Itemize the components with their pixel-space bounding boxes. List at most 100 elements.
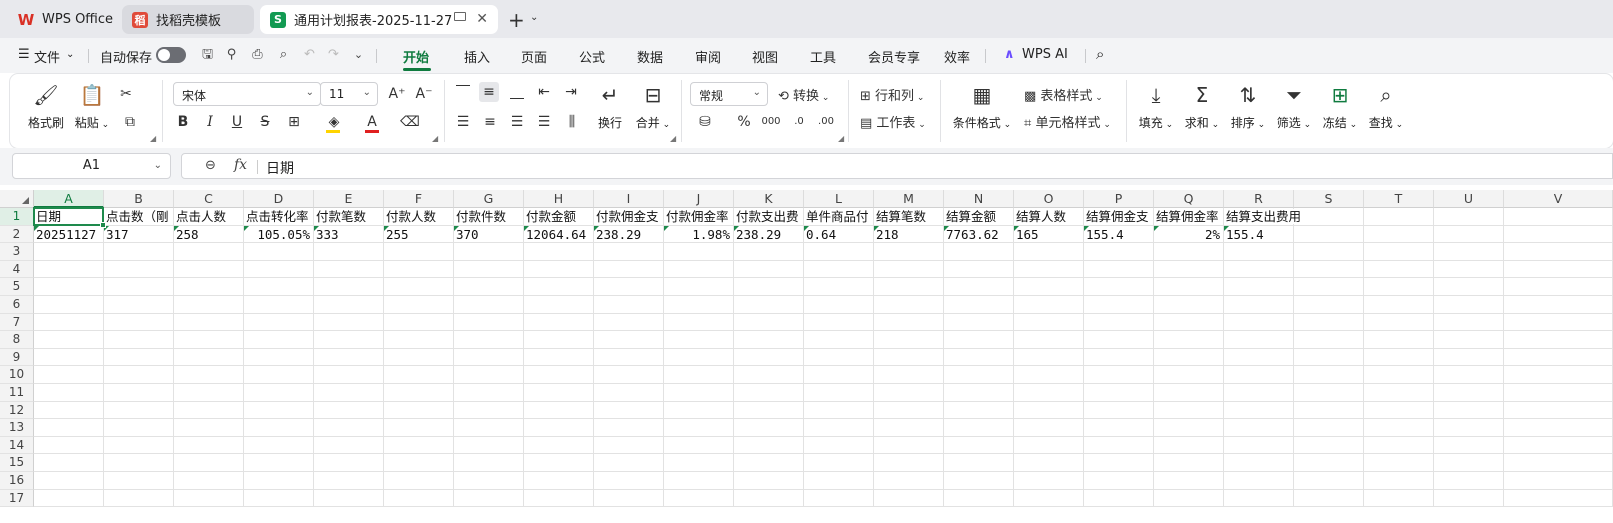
cell-t3[interactable] bbox=[1364, 243, 1434, 261]
cell-q6[interactable] bbox=[1154, 296, 1224, 314]
cell-n11[interactable] bbox=[944, 384, 1014, 402]
cell-t4[interactable] bbox=[1364, 260, 1434, 279]
cell-d3[interactable] bbox=[244, 243, 314, 261]
cell-c8[interactable] bbox=[174, 331, 244, 349]
cell-p5[interactable] bbox=[1084, 278, 1154, 296]
cell-u1[interactable] bbox=[1434, 208, 1504, 226]
dialog-launcher-icon[interactable]: ◢ bbox=[670, 134, 676, 143]
strikethrough-icon[interactable]: S bbox=[255, 112, 275, 132]
cell-q13[interactable] bbox=[1154, 419, 1224, 437]
cell-j8[interactable] bbox=[664, 331, 734, 349]
cell-l5[interactable] bbox=[804, 278, 874, 296]
cell-r1[interactable]: 结算支出费用 bbox=[1224, 208, 1302, 226]
thousands-icon[interactable]: 000 bbox=[761, 112, 781, 132]
cell-m16[interactable] bbox=[874, 472, 944, 490]
cell-s12[interactable] bbox=[1294, 401, 1364, 420]
align-right-icon[interactable]: ☰ bbox=[507, 112, 527, 132]
cell-g6[interactable] bbox=[454, 296, 524, 314]
clear-format-icon[interactable]: ⌫ bbox=[400, 112, 420, 132]
align-bottom-icon[interactable]: ⎽ bbox=[507, 82, 527, 102]
increase-indent-icon[interactable]: ⇥ bbox=[561, 82, 581, 102]
row-header-1[interactable]: 1 bbox=[0, 208, 34, 226]
cell-l7[interactable] bbox=[804, 313, 874, 332]
cell-v7[interactable] bbox=[1504, 313, 1613, 332]
cell-q3[interactable] bbox=[1154, 243, 1224, 261]
cell-b11[interactable] bbox=[104, 384, 174, 402]
column-header-r[interactable]: R bbox=[1224, 190, 1294, 208]
cell-p2[interactable]: 155.4 bbox=[1084, 225, 1154, 244]
increase-decimal-icon[interactable]: .0 bbox=[789, 112, 809, 132]
cell-p13[interactable] bbox=[1084, 419, 1154, 437]
cell-p10[interactable] bbox=[1084, 366, 1154, 384]
cell-p1[interactable]: 结算佣金支 bbox=[1084, 208, 1154, 226]
cell-l3[interactable] bbox=[804, 243, 874, 261]
cell-k14[interactable] bbox=[734, 436, 804, 455]
format-painter-button[interactable]: 🖌 格式刷 bbox=[26, 82, 66, 131]
cell-i13[interactable] bbox=[594, 419, 664, 437]
cell-p6[interactable] bbox=[1084, 296, 1154, 314]
column-header-h[interactable]: H bbox=[524, 190, 594, 208]
menu-tab-review[interactable]: 审阅 bbox=[695, 47, 721, 66]
cell-h12[interactable] bbox=[524, 401, 594, 420]
menu-tab-view[interactable]: 视图 bbox=[752, 47, 778, 66]
cell-n3[interactable] bbox=[944, 243, 1014, 261]
formula-input[interactable]: ⊖ fx 日期 bbox=[181, 153, 1613, 179]
cell-i1[interactable]: 付款佣金支 bbox=[594, 208, 664, 226]
cell-e10[interactable] bbox=[314, 366, 384, 384]
row-col-button[interactable]: ⊞ 行和列 ⌄ bbox=[860, 85, 924, 104]
cell-o17[interactable] bbox=[1014, 489, 1084, 508]
cell-k10[interactable] bbox=[734, 366, 804, 384]
cell-v5[interactable] bbox=[1504, 278, 1613, 296]
cell-r13[interactable] bbox=[1224, 419, 1294, 437]
align-left-icon[interactable]: ☰ bbox=[453, 112, 473, 132]
cell-t13[interactable] bbox=[1364, 419, 1434, 437]
cell-r15[interactable] bbox=[1224, 454, 1294, 472]
cell-m4[interactable] bbox=[874, 260, 944, 279]
fill-handle[interactable] bbox=[100, 221, 106, 228]
cell-t14[interactable] bbox=[1364, 436, 1434, 455]
decrease-indent-icon[interactable]: ⇤ bbox=[534, 82, 554, 102]
cell-p14[interactable] bbox=[1084, 436, 1154, 455]
cell-o11[interactable] bbox=[1014, 384, 1084, 402]
cell-n14[interactable] bbox=[944, 436, 1014, 455]
cell-r10[interactable] bbox=[1224, 366, 1294, 384]
cell-e1[interactable]: 付款笔数 bbox=[314, 208, 384, 226]
cell-h8[interactable] bbox=[524, 331, 594, 349]
chevron-down-icon[interactable]: ⌄ bbox=[351, 48, 366, 62]
cell-k12[interactable] bbox=[734, 401, 804, 420]
sort-button[interactable]: ⇅ 排序 ⌄ bbox=[1228, 82, 1268, 131]
cell-k15[interactable] bbox=[734, 454, 804, 472]
column-header-q[interactable]: Q bbox=[1154, 190, 1224, 208]
cell-r7[interactable] bbox=[1224, 313, 1294, 332]
cell-b14[interactable] bbox=[104, 436, 174, 455]
cell-o3[interactable] bbox=[1014, 243, 1084, 261]
cell-f9[interactable] bbox=[384, 348, 454, 367]
cell-g11[interactable] bbox=[454, 384, 524, 402]
menu-tab-member[interactable]: 会员专享 bbox=[868, 47, 920, 66]
cell-m8[interactable] bbox=[874, 331, 944, 349]
cell-i5[interactable] bbox=[594, 278, 664, 296]
cell-m15[interactable] bbox=[874, 454, 944, 472]
cell-l9[interactable] bbox=[804, 348, 874, 367]
cell-q16[interactable] bbox=[1154, 472, 1224, 490]
cell-g16[interactable] bbox=[454, 472, 524, 490]
cell-p9[interactable] bbox=[1084, 348, 1154, 367]
cell-k6[interactable] bbox=[734, 296, 804, 314]
row-header-9[interactable]: 9 bbox=[0, 348, 34, 367]
cell-d10[interactable] bbox=[244, 366, 314, 384]
distributed-icon[interactable]: ⫼ bbox=[562, 112, 582, 132]
cell-c3[interactable] bbox=[174, 243, 244, 261]
cell-c15[interactable] bbox=[174, 454, 244, 472]
cell-g8[interactable] bbox=[454, 331, 524, 349]
paste-button[interactable]: 📋 粘贴 ⌄ bbox=[72, 82, 112, 131]
column-header-k[interactable]: K bbox=[734, 190, 804, 208]
cell-d9[interactable] bbox=[244, 348, 314, 367]
cell-v15[interactable] bbox=[1504, 454, 1613, 472]
cell-t6[interactable] bbox=[1364, 296, 1434, 314]
cell-c13[interactable] bbox=[174, 419, 244, 437]
cell-i3[interactable] bbox=[594, 243, 664, 261]
cell-k17[interactable] bbox=[734, 489, 804, 508]
cell-d14[interactable] bbox=[244, 436, 314, 455]
cell-j16[interactable] bbox=[664, 472, 734, 490]
cell-j7[interactable] bbox=[664, 313, 734, 332]
